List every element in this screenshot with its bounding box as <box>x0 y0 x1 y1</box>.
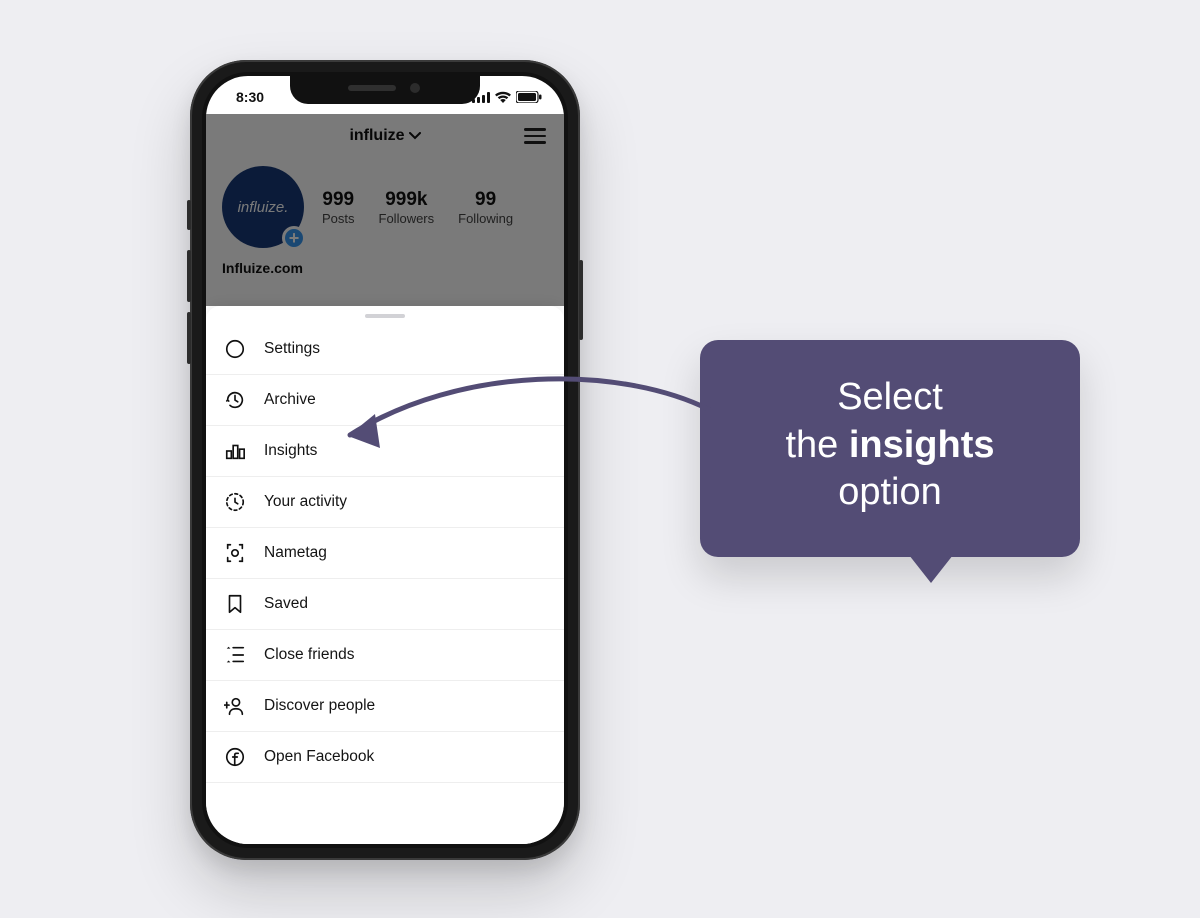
volume-down-button <box>187 312 191 364</box>
power-button <box>579 260 583 340</box>
nametag-icon <box>224 542 246 564</box>
archive-icon <box>224 389 246 411</box>
menu-item-label: Settings <box>264 340 320 358</box>
phone-frame: 8:30 influize <box>190 60 580 860</box>
menu-item-settings[interactable]: Settings <box>206 324 564 375</box>
menu-item-label: Discover people <box>264 697 375 715</box>
stat-posts-label: Posts <box>322 211 355 226</box>
menu-item-label: Insights <box>264 442 317 460</box>
stat-posts-count: 999 <box>322 189 355 211</box>
menu-item-label: Archive <box>264 391 316 409</box>
avatar-text: influize. <box>238 199 289 216</box>
phone-screen: 8:30 influize <box>206 76 564 844</box>
menu-item-label: Your activity <box>264 493 347 511</box>
options-sheet: Settings Archive Insights <box>206 306 564 844</box>
profile-stats: 999 Posts 999k Followers 99 Following <box>322 189 513 226</box>
add-story-icon[interactable]: + <box>282 226 306 250</box>
menu-item-label: Open Facebook <box>264 748 374 766</box>
stat-posts[interactable]: 999 Posts <box>322 189 355 226</box>
mute-switch <box>187 200 191 230</box>
menu-button[interactable] <box>524 124 546 148</box>
profile-bio: Influize.com <box>222 254 548 276</box>
instruction-callout: Select the insights option <box>700 340 1080 557</box>
callout-line2-pre: the <box>785 424 848 466</box>
profile-avatar[interactable]: influize. + <box>222 166 304 248</box>
username-text: influize <box>349 127 404 145</box>
phone-bezel: 8:30 influize <box>202 72 568 848</box>
menu-item-saved[interactable]: Saved <box>206 579 564 630</box>
stat-following[interactable]: 99 Following <box>458 189 513 226</box>
menu-item-insights[interactable]: Insights <box>206 426 564 477</box>
callout-tail <box>909 555 953 583</box>
sheet-drag-handle[interactable] <box>365 314 405 318</box>
insights-icon <box>224 440 246 462</box>
stat-followers[interactable]: 999k Followers <box>379 189 435 226</box>
menu-item-close-friends[interactable]: Close friends <box>206 630 564 681</box>
callout-line2-bold: insights <box>849 424 995 466</box>
menu-item-nametag[interactable]: Nametag <box>206 528 564 579</box>
callout-line3: option <box>838 471 942 513</box>
menu-item-your-activity[interactable]: Your activity <box>206 477 564 528</box>
menu-item-archive[interactable]: Archive <box>206 375 564 426</box>
stat-followers-label: Followers <box>379 211 435 226</box>
menu-item-label: Nametag <box>264 544 327 562</box>
discover-people-icon <box>224 695 246 717</box>
menu-item-open-facebook[interactable]: Open Facebook <box>206 732 564 783</box>
phone-notch <box>290 76 480 104</box>
profile-header: influize influize. + <box>206 114 564 276</box>
callout-line1: Select <box>837 376 943 418</box>
battery-icon <box>516 91 542 103</box>
saved-icon <box>224 593 246 615</box>
status-time: 8:30 <box>236 89 264 105</box>
volume-up-button <box>187 250 191 302</box>
wifi-icon <box>495 91 511 103</box>
settings-icon <box>224 338 246 360</box>
close-friends-icon <box>224 644 246 666</box>
activity-icon <box>224 491 246 513</box>
chevron-down-icon <box>409 132 421 140</box>
stat-followers-count: 999k <box>379 189 435 211</box>
profile-username[interactable]: influize <box>349 127 420 145</box>
status-right-icons <box>472 91 542 103</box>
menu-item-discover-people[interactable]: Discover people <box>206 681 564 732</box>
menu-item-label: Close friends <box>264 646 354 664</box>
menu-item-label: Saved <box>264 595 308 613</box>
stat-following-count: 99 <box>458 189 513 211</box>
stat-following-label: Following <box>458 211 513 226</box>
facebook-icon <box>224 746 246 768</box>
